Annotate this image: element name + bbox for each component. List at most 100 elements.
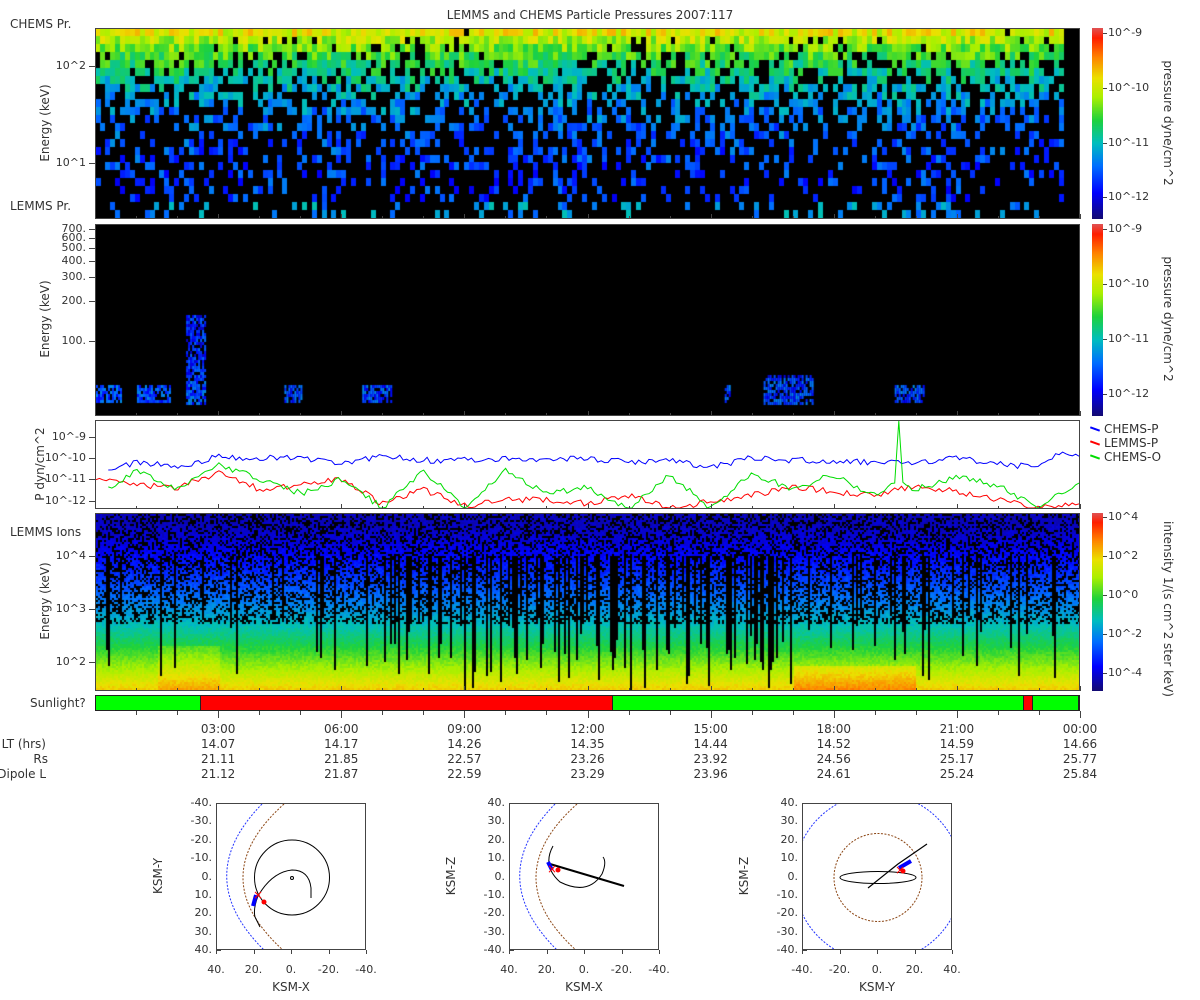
panel-x-tick: [423, 688, 424, 691]
local-time-value: 14.44: [693, 737, 728, 751]
panel-x-tick: [382, 413, 383, 416]
panel-x-tick: [218, 411, 219, 416]
lemms-ions-spectrogram: [95, 513, 1080, 691]
orbit-x-tick: [329, 950, 330, 954]
radial-distance-value: 22.57: [447, 752, 482, 766]
colorbar-tick: [1103, 339, 1107, 340]
y-tick: [89, 163, 95, 164]
colorbar-tick-label: 10^-4: [1108, 666, 1143, 680]
x-minor-tick: [752, 711, 753, 715]
panel-x-tick: [1039, 506, 1040, 509]
panel-x-tick: [875, 688, 876, 691]
local-time-value: 14.52: [816, 737, 851, 751]
y-tick-label: 10^-9: [51, 429, 86, 443]
time-axis-row-label: LT (hrs): [1, 737, 46, 751]
panel-x-tick: [670, 506, 671, 509]
panel-x-tick: [670, 216, 671, 219]
colorbar-tick-label: 10^-12: [1108, 387, 1150, 401]
panel-x-tick: [300, 688, 301, 691]
panel-x-tick: [546, 506, 547, 509]
colorbar-tick-label: 10^-9: [1108, 222, 1143, 236]
orbit-y-label: KSM-Z: [444, 856, 458, 896]
panel-x-tick: [218, 504, 219, 509]
x-major-tick: [218, 711, 219, 718]
dipole-l-value: 22.59: [447, 767, 482, 781]
y-tick-label: 400.: [61, 253, 87, 267]
panel-x-tick: [259, 688, 260, 691]
orbit-y-tick-label: 30.: [194, 924, 213, 938]
panel-x-tick: [1039, 216, 1040, 219]
y-tick-label: 10^2: [55, 654, 86, 668]
panel-x-tick: [670, 688, 671, 691]
orbit-y-tick-label: -30.: [483, 924, 505, 938]
orbit-x-tick-label: 20.: [244, 963, 263, 976]
x-minor-tick: [916, 711, 917, 715]
panel-x-tick: [259, 413, 260, 416]
colorbar-tick-label: 10^2: [1108, 549, 1139, 563]
orbit-x-tick: [840, 950, 841, 954]
bow-shock-circle: [803, 804, 951, 949]
orbit-x-tick: [584, 950, 585, 954]
legend-label: CHEMS-P: [1104, 422, 1159, 436]
dipole-l-value: 23.96: [693, 767, 728, 781]
panel-x-tick: [998, 506, 999, 509]
x-minor-tick: [259, 711, 260, 715]
orbit-y-tick-label: -10.: [190, 851, 212, 865]
panel-x-tick: [957, 214, 958, 219]
panel-x-tick: [300, 413, 301, 416]
panel-x-tick: [259, 216, 260, 219]
panel-x-tick: [464, 504, 465, 509]
colorbar-tick-label: 10^4: [1108, 509, 1139, 523]
orbit-y-tick-label: 10.: [780, 851, 799, 865]
panel-x-tick: [588, 214, 589, 219]
panel-x-tick: [341, 411, 342, 416]
y-tick-label: 10^3: [55, 602, 86, 616]
x-minor-tick: [300, 711, 301, 715]
orbit-y-tick-label: 10.: [194, 887, 213, 901]
y-tick: [89, 609, 95, 610]
y-tick: [89, 66, 95, 67]
local-time-value: 14.35: [570, 737, 605, 751]
orbit-x-tick-label: 20.: [905, 963, 924, 976]
radial-distance-value: 23.26: [570, 752, 605, 766]
orbit-y-tick-label: -30.: [190, 814, 212, 828]
colorbar-tick: [1103, 634, 1107, 635]
local-time-value: 14.59: [939, 737, 975, 751]
panel-x-tick: [136, 506, 137, 509]
panel-x-tick: [136, 413, 137, 416]
panel-x-tick: [505, 413, 506, 416]
colorbar-tick-label: 10^-10: [1108, 81, 1150, 95]
x-major-tick: [588, 711, 589, 718]
orbit-x-tick-label: 0.: [578, 963, 590, 976]
y-tick-label: 10^2: [55, 59, 86, 73]
pressure-line-svg: [95, 420, 1080, 509]
legend-item-chems-o: CHEMS-O: [1089, 450, 1161, 464]
panel-x-tick: [711, 411, 712, 416]
colorbar-tick-label: 10^-2: [1108, 627, 1143, 641]
colorbar-tick-label: 10^0: [1108, 588, 1139, 602]
bow-shock-curve: [519, 804, 557, 949]
orbit-plot-xy: ×: [216, 803, 366, 950]
panel-x-tick: [177, 413, 178, 416]
orbit-xz-svg: ×: [519, 804, 625, 949]
y-tick: [89, 277, 95, 278]
orbit-x-tick: [547, 950, 548, 954]
orbit-y-tick-label: -10.: [483, 887, 505, 901]
orbit-y-tick-label: 0.: [787, 869, 799, 883]
y-tick: [89, 662, 95, 663]
time-tick-label: 12:00: [570, 722, 605, 736]
x-minor-tick: [998, 711, 999, 715]
panel-x-tick: [341, 504, 342, 509]
panel-x-tick: [998, 688, 999, 691]
y-tick: [89, 341, 95, 342]
current-position-x-marker: ×: [253, 888, 263, 902]
panel-x-tick: [588, 411, 589, 416]
magnetopause-circle: [833, 833, 923, 922]
orbit-x-tick-label: 40.: [943, 963, 961, 976]
colorbar-tick: [1103, 88, 1107, 89]
panel-x-tick: [1080, 411, 1081, 416]
panel-x-tick: [752, 413, 753, 416]
orbit-x-tick: [659, 950, 660, 954]
panel-x-tick: [464, 214, 465, 219]
x-major-tick: [711, 711, 712, 718]
